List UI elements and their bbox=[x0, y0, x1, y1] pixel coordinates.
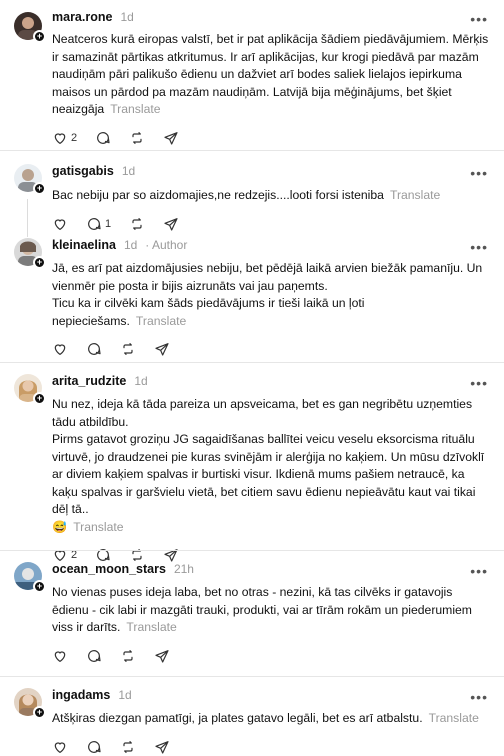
more-options-icon[interactable]: ••• bbox=[470, 564, 488, 578]
post-text: Atšķiras diezgan pamatīgi, ja plates gat… bbox=[52, 711, 479, 725]
more-options-icon[interactable]: ••• bbox=[470, 166, 488, 180]
translate-link[interactable]: Translate bbox=[126, 620, 176, 634]
more-options-icon[interactable]: ••• bbox=[470, 240, 488, 254]
comment-icon bbox=[88, 343, 101, 355]
repost-icon bbox=[123, 740, 133, 753]
reply-post: + ingadams 1d ••• Atšķiras diezgan pamat… bbox=[0, 676, 504, 756]
translate-link[interactable]: Translate bbox=[429, 711, 479, 725]
post-actions bbox=[52, 643, 490, 669]
emoji: 😅 bbox=[52, 519, 68, 534]
translate-link[interactable]: Translate bbox=[136, 314, 186, 328]
timestamp[interactable]: 1d bbox=[122, 164, 135, 178]
avatar[interactable]: + bbox=[14, 12, 46, 43]
translate-link[interactable]: Translate bbox=[73, 520, 123, 534]
follow-plus-icon[interactable]: + bbox=[33, 706, 46, 719]
reply-button[interactable] bbox=[86, 341, 102, 357]
like-button[interactable] bbox=[52, 739, 68, 755]
like-button[interactable] bbox=[52, 341, 68, 357]
follow-plus-icon[interactable]: + bbox=[33, 30, 46, 43]
repost-button[interactable] bbox=[120, 341, 136, 357]
repost-button[interactable] bbox=[129, 130, 145, 146]
timestamp[interactable]: 1d bbox=[118, 688, 131, 702]
reply-post: + gatisgabis 1d ••• Bac nebiju par so ai… bbox=[0, 150, 504, 237]
reply-count: 1 bbox=[105, 217, 112, 230]
comment-icon bbox=[88, 740, 101, 753]
post-actions: 2 bbox=[52, 125, 490, 151]
share-button[interactable] bbox=[154, 739, 170, 755]
comment-icon bbox=[97, 131, 110, 144]
timestamp[interactable]: 1d bbox=[124, 238, 137, 252]
avatar[interactable]: + bbox=[14, 688, 46, 719]
reply-post: + ocean_moon_stars 21h ••• No vienas pus… bbox=[0, 550, 504, 676]
post-actions bbox=[52, 336, 490, 362]
timestamp[interactable]: 1d bbox=[120, 10, 133, 24]
like-count: 2 bbox=[71, 131, 78, 144]
repost-icon bbox=[123, 343, 133, 355]
reply-button[interactable] bbox=[86, 739, 102, 755]
comment-icon bbox=[88, 649, 101, 662]
more-options-icon[interactable]: ••• bbox=[470, 12, 488, 26]
replies-feed: + mara.rone 1d ••• Neatceros kurā eiropa… bbox=[0, 0, 504, 756]
reply-post: + kleinaelina 1d · Author ••• Jā, es arī… bbox=[0, 230, 504, 362]
avatar[interactable]: + bbox=[14, 562, 46, 593]
avatar[interactable]: + bbox=[14, 164, 46, 195]
heart-icon bbox=[54, 741, 66, 753]
post-text: Bac nebiju par so aizdomajies,ne redzeji… bbox=[52, 188, 441, 202]
timestamp[interactable]: 21h bbox=[174, 562, 194, 576]
avatar[interactable]: + bbox=[14, 374, 46, 405]
repost-button[interactable] bbox=[120, 739, 136, 755]
translate-link[interactable]: Translate bbox=[110, 102, 160, 116]
send-icon bbox=[155, 649, 169, 663]
more-options-icon[interactable]: ••• bbox=[470, 690, 488, 704]
share-button[interactable] bbox=[154, 341, 170, 357]
reply-button[interactable] bbox=[95, 130, 111, 146]
post-text: No vienas puses ideja laba, bet no otras… bbox=[52, 585, 472, 634]
share-button[interactable] bbox=[163, 130, 179, 146]
username[interactable]: gatisgabis bbox=[52, 164, 114, 178]
post-text: Jā, es arī pat aizdomājusies nebiju, bet… bbox=[52, 261, 483, 328]
username[interactable]: kleinaelina bbox=[52, 238, 116, 252]
reply-post: + mara.rone 1d ••• Neatceros kurā eiropa… bbox=[0, 0, 504, 150]
repost-icon bbox=[123, 649, 133, 662]
follow-plus-icon[interactable]: + bbox=[33, 392, 46, 405]
post-text: Neatceros kurā eiropas valstī, bet ir pa… bbox=[52, 32, 489, 116]
reply-button[interactable] bbox=[86, 648, 102, 664]
follow-plus-icon[interactable]: + bbox=[33, 580, 46, 593]
username[interactable]: mara.rone bbox=[52, 10, 112, 24]
post-actions bbox=[52, 734, 490, 756]
translate-link[interactable]: Translate bbox=[390, 188, 440, 202]
follow-plus-icon[interactable]: + bbox=[33, 256, 46, 269]
reply-post: + arita_rudzite 1d ••• Nu nez, ideja kā … bbox=[0, 362, 504, 562]
heart-icon bbox=[54, 132, 66, 144]
like-button[interactable]: 2 bbox=[52, 130, 77, 146]
send-icon bbox=[164, 131, 178, 145]
repost-icon bbox=[132, 131, 142, 144]
avatar[interactable]: + bbox=[14, 238, 46, 269]
author-badge: · Author bbox=[145, 238, 188, 252]
post-text: Nu nez, ideja kā tāda pareiza un apsveic… bbox=[52, 397, 485, 534]
timestamp[interactable]: 1d bbox=[134, 374, 147, 388]
follow-plus-icon[interactable]: + bbox=[33, 182, 46, 195]
more-options-icon[interactable]: ••• bbox=[470, 376, 488, 390]
like-button[interactable] bbox=[52, 648, 68, 664]
username[interactable]: ingadams bbox=[52, 688, 110, 702]
send-icon bbox=[155, 740, 169, 754]
username[interactable]: arita_rudzite bbox=[52, 374, 126, 388]
username[interactable]: ocean_moon_stars bbox=[52, 562, 166, 576]
heart-icon bbox=[54, 344, 66, 356]
share-button[interactable] bbox=[154, 648, 170, 664]
heart-icon bbox=[54, 650, 66, 662]
repost-button[interactable] bbox=[120, 648, 136, 664]
send-icon bbox=[155, 343, 169, 356]
